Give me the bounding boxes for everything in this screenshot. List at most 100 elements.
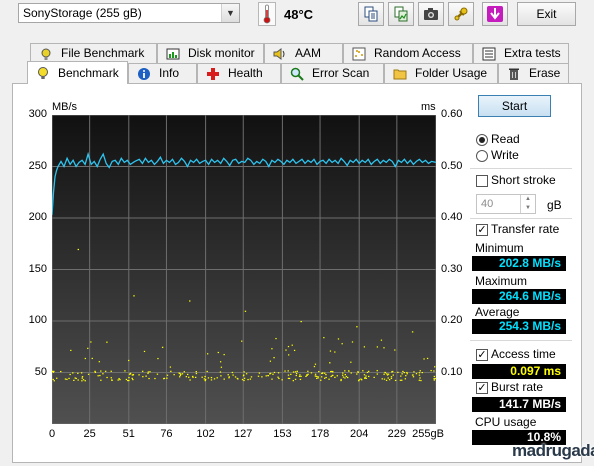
monitor-chart-icon bbox=[166, 48, 180, 59]
access-time-point bbox=[77, 248, 79, 251]
x-tick: 178 bbox=[310, 428, 330, 440]
access-time-point bbox=[390, 376, 393, 378]
access-time-point bbox=[340, 378, 342, 381]
access-time-point bbox=[204, 378, 207, 381]
y-tick-right: 0.10 bbox=[441, 365, 463, 378]
access-time-point bbox=[287, 374, 290, 376]
access-time-point bbox=[406, 373, 408, 375]
access-time-point bbox=[334, 351, 336, 353]
access-time-point bbox=[419, 370, 421, 372]
access-time-checkbox[interactable]: ✓ bbox=[476, 349, 488, 361]
burst-rate-checkbox[interactable]: ✓ bbox=[476, 382, 488, 394]
info-icon bbox=[138, 67, 150, 80]
tab-disk-monitor[interactable]: Disk monitor bbox=[157, 43, 264, 63]
access-time-point bbox=[149, 371, 151, 373]
read-radio[interactable] bbox=[476, 134, 488, 146]
access-time-point bbox=[111, 379, 113, 381]
access-time-point bbox=[104, 370, 107, 372]
start-button[interactable]: Start bbox=[478, 95, 551, 117]
x-tick: 25 bbox=[83, 428, 96, 440]
access-time-point bbox=[258, 372, 261, 374]
access-time-point bbox=[272, 373, 274, 375]
copy-image-button[interactable] bbox=[388, 2, 414, 26]
tab-random-access[interactable]: Random Access bbox=[343, 43, 473, 63]
tab-file-benchmark[interactable]: File Benchmark bbox=[30, 43, 157, 63]
access-time-point bbox=[397, 371, 399, 373]
y-tick-right: 0.60 bbox=[441, 108, 463, 120]
access-time-point bbox=[376, 370, 378, 372]
access-time-point bbox=[119, 379, 121, 381]
access-time-point bbox=[189, 379, 191, 381]
access-time-point bbox=[81, 380, 83, 382]
transfer-rate-checkbox[interactable]: ✓ bbox=[476, 224, 488, 236]
access-time-point bbox=[231, 371, 234, 374]
tab-info[interactable]: Info bbox=[128, 63, 197, 83]
access-time-point bbox=[100, 379, 102, 381]
exit-button[interactable]: Exit bbox=[517, 2, 576, 26]
access-time-point bbox=[412, 376, 415, 378]
trash-icon bbox=[509, 68, 519, 80]
tab-folder-usage[interactable]: Folder Usage bbox=[384, 63, 498, 83]
x-tick: 229 bbox=[387, 428, 407, 440]
tab-health[interactable]: Health bbox=[197, 63, 281, 83]
access-time-point bbox=[94, 370, 96, 372]
access-time-point bbox=[334, 376, 336, 378]
average-label: Average bbox=[475, 305, 520, 319]
access-time-point bbox=[75, 377, 77, 380]
access-time-point bbox=[102, 373, 104, 375]
access-time-point bbox=[362, 370, 364, 372]
save-download-button[interactable] bbox=[482, 2, 508, 26]
drive-select[interactable]: SonyStorage (255 gB) ▼ bbox=[18, 3, 240, 23]
access-time-point bbox=[294, 378, 297, 380]
temperature-readout: 48°C bbox=[284, 7, 314, 22]
access-time-point bbox=[307, 373, 309, 375]
access-time-point bbox=[70, 349, 72, 352]
access-time-point bbox=[84, 380, 86, 382]
access-time-point bbox=[210, 379, 213, 381]
short-stroke-stepper[interactable]: 40 ▲ ▼ bbox=[476, 194, 536, 214]
list-icon bbox=[482, 47, 496, 60]
access-time-point bbox=[201, 376, 203, 378]
access-time-point bbox=[363, 346, 366, 348]
access-time-point bbox=[423, 358, 425, 360]
access-time-point bbox=[82, 379, 85, 381]
access-time-point bbox=[91, 357, 93, 360]
x-tick: 51 bbox=[122, 428, 135, 440]
health-cross-icon bbox=[207, 67, 219, 80]
tab-extra-tests[interactable]: Extra tests bbox=[473, 43, 569, 63]
screenshot-camera-icon bbox=[424, 8, 438, 20]
access-time-point bbox=[284, 370, 286, 372]
short-stroke-checkbox[interactable] bbox=[476, 175, 488, 187]
access-time-point bbox=[434, 366, 436, 368]
tab-aam[interactable]: AAM bbox=[264, 43, 343, 63]
copy-text-button[interactable] bbox=[358, 2, 384, 26]
x-tick: 153 bbox=[273, 428, 292, 440]
write-radio[interactable] bbox=[476, 150, 488, 162]
stepper-down-icon[interactable]: ▼ bbox=[520, 204, 535, 213]
scatter-icon bbox=[352, 47, 366, 60]
access-time-point bbox=[64, 378, 67, 380]
access-time-point bbox=[183, 371, 186, 373]
access-time-point bbox=[317, 376, 319, 378]
screenshot-button[interactable] bbox=[418, 2, 444, 26]
access-time-point bbox=[223, 353, 225, 356]
options-button[interactable] bbox=[448, 2, 474, 26]
access-time-point bbox=[178, 376, 181, 378]
access-time-point bbox=[401, 379, 403, 381]
x-tick: 204 bbox=[350, 428, 369, 440]
access-time-point bbox=[156, 373, 159, 375]
y-tick-left: 200 bbox=[28, 211, 47, 223]
access-time-point bbox=[128, 373, 131, 375]
tab-erase[interactable]: Erase bbox=[498, 63, 569, 83]
access-time-point bbox=[314, 373, 317, 375]
read-label: Read bbox=[491, 132, 520, 146]
tab-error-scan[interactable]: Error Scan bbox=[281, 63, 384, 83]
stepper-up-icon[interactable]: ▲ bbox=[520, 195, 535, 204]
y-tick-right: 0.40 bbox=[441, 211, 463, 223]
y-axis-right-label: ms bbox=[421, 101, 436, 113]
access-time-point bbox=[300, 321, 302, 323]
divider bbox=[470, 168, 572, 169]
access-time-point bbox=[273, 357, 275, 359]
access-time-point bbox=[320, 379, 322, 381]
tab-benchmark[interactable]: Benchmark bbox=[27, 61, 128, 84]
